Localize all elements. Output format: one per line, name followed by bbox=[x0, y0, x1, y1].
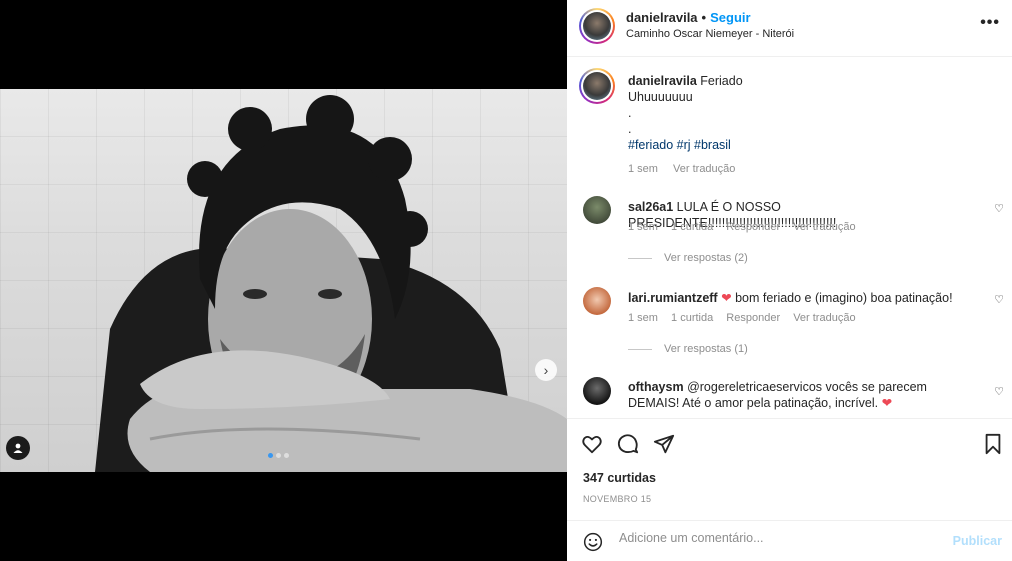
commenter-username[interactable]: lari.rumiantzeff bbox=[628, 291, 718, 305]
commenter-avatar[interactable] bbox=[583, 196, 611, 224]
smiley-icon bbox=[583, 532, 603, 552]
like-comment-icon[interactable]: ♡ bbox=[994, 385, 1004, 398]
save-button[interactable] bbox=[982, 433, 1004, 460]
view-replies-button[interactable]: Ver respostas (1) bbox=[628, 343, 748, 355]
post-photo[interactable]: › bbox=[0, 89, 567, 472]
commenter-username[interactable]: ofthaysm bbox=[628, 380, 684, 394]
view-replies-button[interactable]: Ver respostas (2) bbox=[628, 252, 748, 264]
caption-hashtags[interactable]: #feriado #rj #brasil bbox=[628, 137, 988, 153]
publish-button[interactable]: Publicar bbox=[953, 534, 1002, 548]
reply-button[interactable]: Responder bbox=[726, 312, 780, 324]
red-heart-emoji: ❤ bbox=[881, 396, 893, 410]
post-media: › bbox=[0, 0, 567, 561]
commenter-username[interactable]: sal26a1 bbox=[628, 200, 673, 214]
translate-button[interactable]: Ver tradução bbox=[793, 221, 855, 233]
red-heart-emoji: ❤ bbox=[721, 291, 732, 305]
like-comment-icon[interactable]: ♡ bbox=[994, 293, 1004, 306]
caption-time[interactable]: 1 sem bbox=[628, 163, 658, 175]
comment-button[interactable] bbox=[617, 433, 639, 460]
add-comment-bar: Publicar bbox=[567, 520, 1012, 561]
caption-dot: . bbox=[628, 122, 632, 136]
comments-section[interactable]: danielravila Feriado Uhuuuuuuu . . #feri… bbox=[567, 58, 1012, 418]
user-icon bbox=[13, 443, 23, 453]
post-header: danielravila • Seguir Caminho Oscar Niemey… bbox=[567, 0, 1012, 57]
send-icon bbox=[653, 434, 675, 454]
caption-avatar[interactable] bbox=[579, 68, 615, 104]
comment-icon bbox=[617, 434, 639, 454]
tagged-users-button[interactable] bbox=[6, 436, 30, 460]
likes-count[interactable]: 347 curtidas bbox=[583, 471, 656, 485]
author-username[interactable]: danielravila bbox=[626, 10, 698, 25]
comment-likes[interactable]: 1 curtida bbox=[671, 312, 713, 324]
next-image-button[interactable]: › bbox=[535, 359, 557, 381]
carousel-dot bbox=[276, 453, 281, 458]
caption-username[interactable]: danielravila bbox=[628, 74, 697, 88]
reply-button[interactable]: Responder bbox=[726, 221, 780, 233]
post-date[interactable]: NOVEMBRO 15 bbox=[583, 494, 651, 504]
heart-icon bbox=[582, 435, 602, 454]
comment-time[interactable]: 1 sem bbox=[628, 221, 658, 233]
comment-time[interactable]: 1 sem bbox=[628, 312, 658, 324]
comment-input[interactable] bbox=[619, 531, 939, 545]
follow-button[interactable]: Seguir bbox=[710, 10, 750, 25]
translate-button[interactable]: Ver tradução bbox=[793, 312, 855, 324]
more-options-button[interactable]: ••• bbox=[980, 14, 1000, 32]
caption-dot: . bbox=[628, 106, 632, 120]
comment-text: bom feriado e (imagino) boa patinação! bbox=[735, 291, 953, 305]
carousel-indicator bbox=[268, 453, 289, 458]
photo-portrait bbox=[95, 95, 567, 472]
comment-mention[interactable]: @rogereletricaeservicos bbox=[687, 380, 822, 394]
post-location[interactable]: Caminho Oscar Niemeyer - Niterói bbox=[626, 28, 794, 40]
author-avatar[interactable] bbox=[579, 8, 615, 44]
caption-title: Feriado bbox=[700, 74, 743, 88]
caption-translate[interactable]: Ver tradução bbox=[673, 163, 735, 175]
commenter-avatar[interactable] bbox=[583, 287, 611, 315]
post-caption: danielravila Feriado Uhuuuuuuu . . #feri… bbox=[628, 73, 988, 177]
like-comment-icon[interactable]: ♡ bbox=[994, 202, 1004, 215]
caption-line: Uhuuuuuuu bbox=[628, 90, 693, 104]
commenter-avatar[interactable] bbox=[583, 377, 611, 405]
carousel-dot bbox=[284, 453, 289, 458]
like-button[interactable] bbox=[581, 433, 603, 460]
bookmark-icon bbox=[985, 433, 1001, 455]
share-button[interactable] bbox=[653, 433, 675, 460]
carousel-dot-active bbox=[268, 453, 273, 458]
emoji-button[interactable] bbox=[583, 532, 603, 557]
post-panel: danielravila • Seguir Caminho Oscar Niemey… bbox=[567, 0, 1012, 561]
post-actions: 347 curtidas NOVEMBRO 15 bbox=[567, 418, 1012, 520]
comment-likes[interactable]: 1 curtida bbox=[671, 221, 713, 233]
